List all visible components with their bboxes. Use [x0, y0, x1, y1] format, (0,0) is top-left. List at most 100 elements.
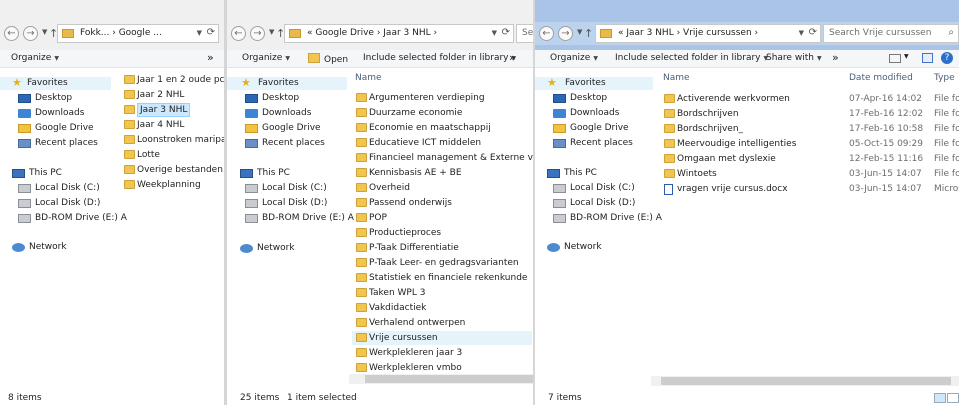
include-in-library-menu[interactable]: Include selected folder in library ▼ [363, 53, 516, 63]
forward-button[interactable]: → [250, 26, 265, 41]
up-arrow-icon[interactable]: ↑ [584, 27, 593, 40]
address-bar[interactable]: « Google Drive › Jaar 3 NHL › ▼ ⟳ [284, 24, 514, 43]
share-with-menu[interactable]: Share with ▼ [766, 53, 822, 63]
recent-locations-icon[interactable]: ▼ [269, 28, 274, 36]
list-item[interactable]: Passend onderwijs [352, 196, 532, 210]
address-bar[interactable]: « Jaar 3 NHL › Vrije cursussen › ▼ ⟳ [595, 24, 821, 43]
refresh-icon[interactable]: ⟳ [207, 27, 215, 38]
back-button[interactable]: ← [4, 26, 19, 41]
scrollbar-thumb[interactable] [365, 375, 533, 383]
refresh-icon[interactable]: ⟳ [809, 27, 817, 38]
star-icon: ★ [12, 76, 22, 89]
recent-locations-icon[interactable]: ▼ [577, 28, 582, 36]
list-item[interactable]: vragen vrije cursus.docx 03-Jun-15 14:07 M… [660, 182, 959, 196]
list-item[interactable]: Argumenteren verdieping [352, 91, 532, 105]
folder-icon [356, 288, 367, 297]
list-item[interactable]: Kennisbasis AE + BE [352, 166, 532, 180]
list-item[interactable]: Wintoets03-Jun-15 14:07File fol [660, 167, 959, 181]
list-item[interactable]: Meervoudige intelligenties 05-Oct-15 09:2… [660, 137, 959, 151]
include-in-library-menu[interactable]: Include selected folder in library ▼ [615, 53, 768, 63]
file-list: Jaar 1 en 2 oude pc Jaar 2 NHL Jaar 3 NH… [120, 73, 224, 203]
list-item-selected[interactable]: Jaar 3 NHL [120, 103, 224, 117]
star-icon: ★ [241, 76, 251, 89]
search-input[interactable]: Search Vrije cursussen ⌕ [823, 24, 959, 43]
details-view-icon[interactable] [934, 393, 946, 403]
optical-drive-icon [245, 214, 258, 223]
list-item[interactable]: Activerende werkvormen 07-Apr-16 14:02 Fil… [660, 92, 959, 106]
help-icon[interactable]: ? [941, 52, 953, 64]
column-header-date[interactable]: Date modified [849, 73, 913, 83]
folder-icon [124, 75, 135, 84]
window-3-address-row: ← → ▼ ↑ « Jaar 3 NHL › Vrije cursussen ›… [535, 22, 959, 45]
list-item[interactable]: Jaar 1 en 2 oude pc [120, 73, 224, 87]
list-item[interactable]: POP [352, 211, 532, 225]
list-item[interactable]: Loonstroken maripaan [120, 133, 224, 147]
scrollbar-thumb[interactable] [661, 377, 951, 385]
recent-locations-icon[interactable]: ▼ [42, 28, 47, 36]
change-view-icon[interactable] [889, 54, 901, 63]
list-item[interactable]: Bordschrijven17-Feb-16 12:02File fol [660, 107, 959, 121]
horizontal-scrollbar[interactable] [651, 376, 959, 386]
column-header-type[interactable]: Type [934, 73, 955, 83]
forward-button[interactable]: → [558, 26, 573, 41]
nav-favorites[interactable]: ★ Favorites [535, 76, 653, 90]
list-item[interactable]: Vakdidactiek [352, 301, 532, 315]
folder-icon [356, 153, 367, 162]
list-item[interactable]: Overige bestanden [120, 163, 224, 177]
column-header-name[interactable]: Name [355, 73, 382, 83]
google-drive-icon [18, 124, 31, 133]
list-item[interactable]: Duurzame economie [352, 106, 532, 120]
list-item[interactable]: Jaar 4 NHL [120, 118, 224, 132]
refresh-icon[interactable]: ⟳ [502, 27, 510, 38]
status-bar: 8 items [0, 391, 224, 405]
chevron-down-icon[interactable]: ▼ [799, 29, 804, 37]
folder-icon [356, 258, 367, 267]
horizontal-scrollbar[interactable] [349, 374, 533, 384]
back-button[interactable]: ← [231, 26, 246, 41]
list-item[interactable]: Jaar 2 NHL [120, 88, 224, 102]
organize-menu[interactable]: Organize ▼ [550, 53, 598, 63]
list-item[interactable]: Financieel management & Externe versla..… [352, 151, 533, 165]
chevron-down-icon[interactable]: ▼ [197, 29, 202, 37]
list-item[interactable]: P-Taak Leer- en gedragsvarianten [352, 256, 532, 270]
folder-icon [356, 123, 367, 132]
list-item[interactable]: Taken WPL 3 [352, 286, 532, 300]
chevron-down-icon[interactable]: ▼ [492, 29, 497, 37]
large-icons-view-icon[interactable] [947, 393, 959, 403]
list-item[interactable]: Educatieve ICT middelen [352, 136, 532, 150]
list-item[interactable]: Statistiek en financiele rekenkunde [352, 271, 532, 285]
window-3-title-area: ← → ▼ ↑ « Jaar 3 NHL › Vrije cursussen ›… [535, 0, 959, 50]
back-button[interactable]: ← [539, 26, 554, 41]
list-item[interactable]: Overheid [352, 181, 532, 195]
nav-favorites[interactable]: ★ Favorites [0, 76, 111, 90]
list-item[interactable]: Verhalend ontwerpen [352, 316, 532, 330]
downloads-icon [245, 109, 258, 118]
more-commands-icon[interactable]: » [207, 51, 214, 64]
forward-button[interactable]: → [23, 26, 38, 41]
search-input[interactable]: Se [516, 24, 533, 43]
list-item[interactable]: Werkplekleren jaar 3 [352, 346, 532, 360]
list-item[interactable]: Bordschrijven_17-Feb-16 10:58File fol [660, 122, 959, 136]
folder-icon [124, 180, 135, 189]
list-item[interactable]: Lotte [120, 148, 224, 162]
list-item[interactable]: Omgaan met dyslexie 12-Feb-15 11:16 File f… [660, 152, 959, 166]
list-item-selected[interactable]: Vrije cursussen [352, 331, 532, 345]
list-item[interactable]: Economie en maatschappij [352, 121, 532, 135]
list-item[interactable]: P-Taak Differentiatie [352, 241, 532, 255]
preview-pane-icon[interactable] [922, 53, 933, 63]
list-item[interactable]: Werkplekleren vmbo [352, 361, 532, 375]
chevron-down-icon[interactable]: ▼ [904, 53, 909, 60]
nav-favorites[interactable]: ★ Favorites [227, 76, 347, 90]
open-button[interactable]: Open [308, 53, 348, 65]
explorer-window-3: ← → ▼ ↑ « Jaar 3 NHL › Vrije cursussen ›… [535, 0, 959, 405]
star-icon: ★ [547, 76, 557, 89]
address-bar[interactable]: Fokk... › Google ... ▼ ⟳ [57, 24, 219, 43]
organize-menu[interactable]: Organize ▼ [242, 53, 290, 63]
list-item[interactable]: Weekplanning [120, 178, 224, 192]
list-item[interactable]: Productieproces [352, 226, 532, 240]
organize-menu[interactable]: Organize ▼ [11, 53, 59, 63]
network-icon [12, 243, 25, 252]
more-commands-icon[interactable]: » [509, 51, 516, 64]
column-header-name[interactable]: Name [663, 73, 690, 83]
more-commands-icon[interactable]: » [832, 51, 839, 64]
